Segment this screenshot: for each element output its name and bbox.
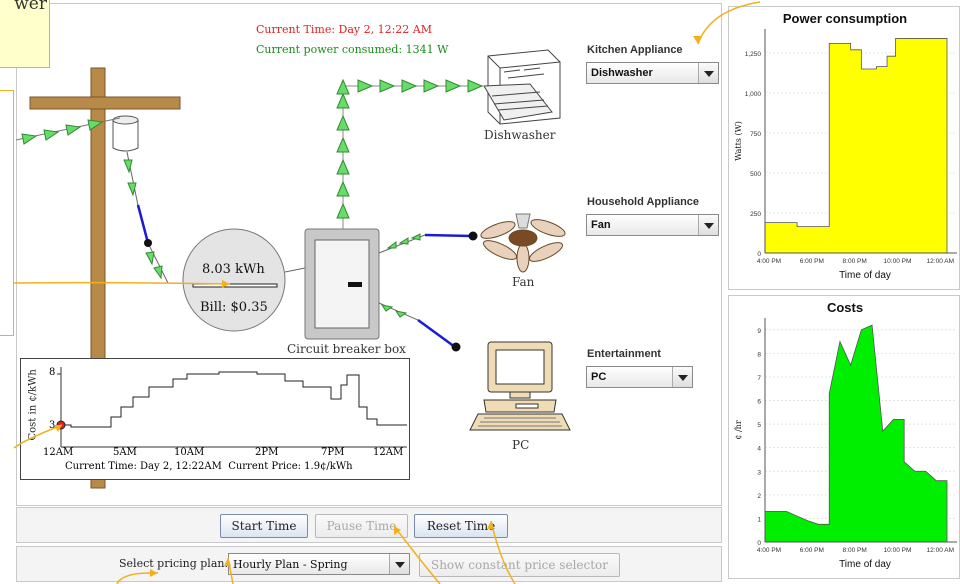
callout-arrows — [13, 1, 761, 584]
simulation-window: wer Current Time: Day 2, 12:22 AM Curren… — [0, 0, 960, 584]
